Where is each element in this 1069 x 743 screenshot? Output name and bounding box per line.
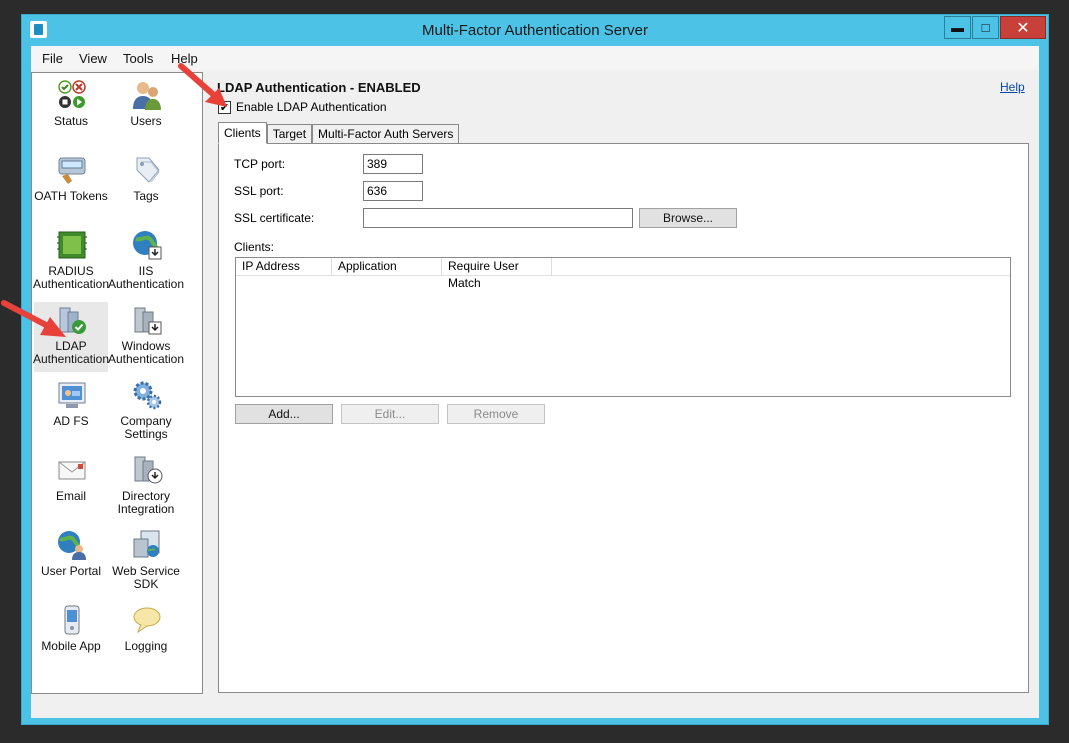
- nav-email-label: Email: [55, 489, 86, 503]
- nav-radius-label: RADIUS Authentication: [32, 264, 110, 291]
- nav-windows-auth-label: Windows Authentication: [107, 339, 185, 366]
- maximize-button[interactable]: □: [972, 16, 999, 39]
- clients-list[interactable]: IP Address Application Require User Matc…: [235, 257, 1011, 397]
- clients-label: Clients:: [234, 240, 275, 254]
- nav-status[interactable]: Status: [34, 77, 108, 147]
- nav-web-service-sdk-label: Web Service SDK: [112, 564, 180, 591]
- remove-button[interactable]: Remove: [447, 404, 545, 424]
- nav-adfs-label: AD FS: [53, 414, 89, 428]
- nav-user-portal[interactable]: User Portal: [34, 527, 108, 597]
- tab-strip: Clients Target Multi-Factor Auth Servers: [218, 122, 460, 144]
- nav-directory-integration[interactable]: Directory Integration: [109, 452, 183, 522]
- enable-ldap-row[interactable]: ✔ Enable LDAP Authentication: [218, 100, 387, 114]
- tab-target[interactable]: Target: [266, 124, 313, 144]
- radius-icon: [57, 231, 87, 259]
- add-button[interactable]: Add...: [235, 404, 333, 424]
- column-require-user-match[interactable]: Require User Match: [442, 258, 552, 290]
- section-title: LDAP Authentication - ENABLED: [217, 80, 421, 95]
- client-area: File View Tools Help Status Users OATH T…: [31, 46, 1039, 718]
- nav-users-label: Users: [130, 114, 162, 128]
- nav-company-settings[interactable]: Company Settings: [109, 377, 183, 447]
- nav-status-label: Status: [53, 114, 89, 128]
- tab-clients[interactable]: Clients: [218, 122, 267, 144]
- nav-company-settings-label: Company Settings: [120, 414, 172, 441]
- menu-file[interactable]: File: [42, 51, 63, 66]
- minimize-button[interactable]: ▬: [944, 16, 971, 39]
- ssl-port-input[interactable]: 636: [363, 181, 423, 201]
- nav-mobile-app[interactable]: Mobile App: [34, 602, 108, 672]
- nav-users[interactable]: Users: [109, 77, 183, 147]
- ssl-port-label: SSL port:: [234, 184, 284, 198]
- edit-button[interactable]: Edit...: [341, 404, 439, 424]
- web-service-sdk-icon: [133, 530, 160, 558]
- title-bar[interactable]: Multi-Factor Authentication Server ▬ □ ✕: [22, 15, 1048, 46]
- users-icon: [133, 82, 161, 110]
- browse-button[interactable]: Browse...: [639, 208, 737, 228]
- oath-tokens-icon: [58, 157, 86, 184]
- windows-auth-icon: [134, 307, 162, 335]
- nav-tags-label: Tags: [133, 189, 159, 203]
- enable-ldap-label: Enable LDAP Authentication: [236, 100, 387, 114]
- nav-email[interactable]: Email: [34, 452, 108, 522]
- nav-logging-label: Logging: [124, 639, 168, 653]
- status-icon: [58, 80, 86, 108]
- help-link[interactable]: Help: [1000, 80, 1025, 94]
- nav-iis-label: IIS Authentication: [107, 264, 185, 291]
- nav-directory-integration-label: Directory Integration: [117, 489, 175, 516]
- main-panel: LDAP Authentication - ENABLED Help ✔ Ena…: [207, 72, 1039, 718]
- mobile-app-icon: [64, 605, 80, 635]
- nav-mobile-app-label: Mobile App: [41, 639, 101, 653]
- menu-view[interactable]: View: [79, 51, 107, 66]
- email-icon: [58, 461, 86, 480]
- clients-tab-panel: TCP port: 389 SSL port: 636 SSL certific…: [218, 143, 1029, 693]
- column-ip-address[interactable]: IP Address: [236, 258, 332, 276]
- menu-tools[interactable]: Tools: [123, 51, 153, 66]
- tags-icon: [136, 157, 160, 183]
- window-title: Multi-Factor Authentication Server: [422, 22, 648, 39]
- user-portal-icon: [58, 531, 86, 560]
- annotation-arrow-checkbox: [178, 63, 227, 107]
- tcp-port-input[interactable]: 389: [363, 154, 423, 174]
- nav-tags[interactable]: Tags: [109, 152, 183, 222]
- nav-oath-tokens-label: OATH Tokens: [34, 189, 108, 203]
- column-application[interactable]: Application: [332, 258, 442, 276]
- company-settings-icon: [133, 381, 162, 410]
- ssl-certificate-label: SSL certificate:: [234, 211, 315, 225]
- logging-icon: [133, 607, 161, 634]
- ssl-certificate-input[interactable]: [363, 208, 633, 228]
- adfs-icon: [58, 382, 86, 408]
- nav-adfs[interactable]: AD FS: [34, 377, 108, 447]
- clients-list-header: IP Address Application Require User Matc…: [236, 258, 1010, 290]
- nav-windows-auth[interactable]: Windows Authentication: [108, 302, 184, 372]
- app-window: Multi-Factor Authentication Server ▬ □ ✕…: [21, 14, 1049, 725]
- nav-panel: Status Users OATH Tokens Tags RADIUS Aut…: [31, 72, 203, 694]
- iis-icon: [133, 231, 162, 260]
- annotation-arrow-ldap: [1, 300, 66, 337]
- directory-integration-icon: [134, 456, 163, 484]
- tab-mfa-servers[interactable]: Multi-Factor Auth Servers: [312, 124, 460, 144]
- tcp-port-label: TCP port:: [234, 157, 286, 171]
- close-button[interactable]: ✕: [1000, 16, 1046, 39]
- nav-web-service-sdk[interactable]: Web Service SDK: [109, 527, 183, 597]
- nav-user-portal-label: User Portal: [40, 564, 102, 578]
- nav-iis[interactable]: IIS Authentication: [108, 227, 184, 297]
- nav-radius[interactable]: RADIUS Authentication: [33, 227, 109, 297]
- nav-logging[interactable]: Logging: [109, 602, 183, 672]
- nav-oath-tokens[interactable]: OATH Tokens: [34, 152, 108, 222]
